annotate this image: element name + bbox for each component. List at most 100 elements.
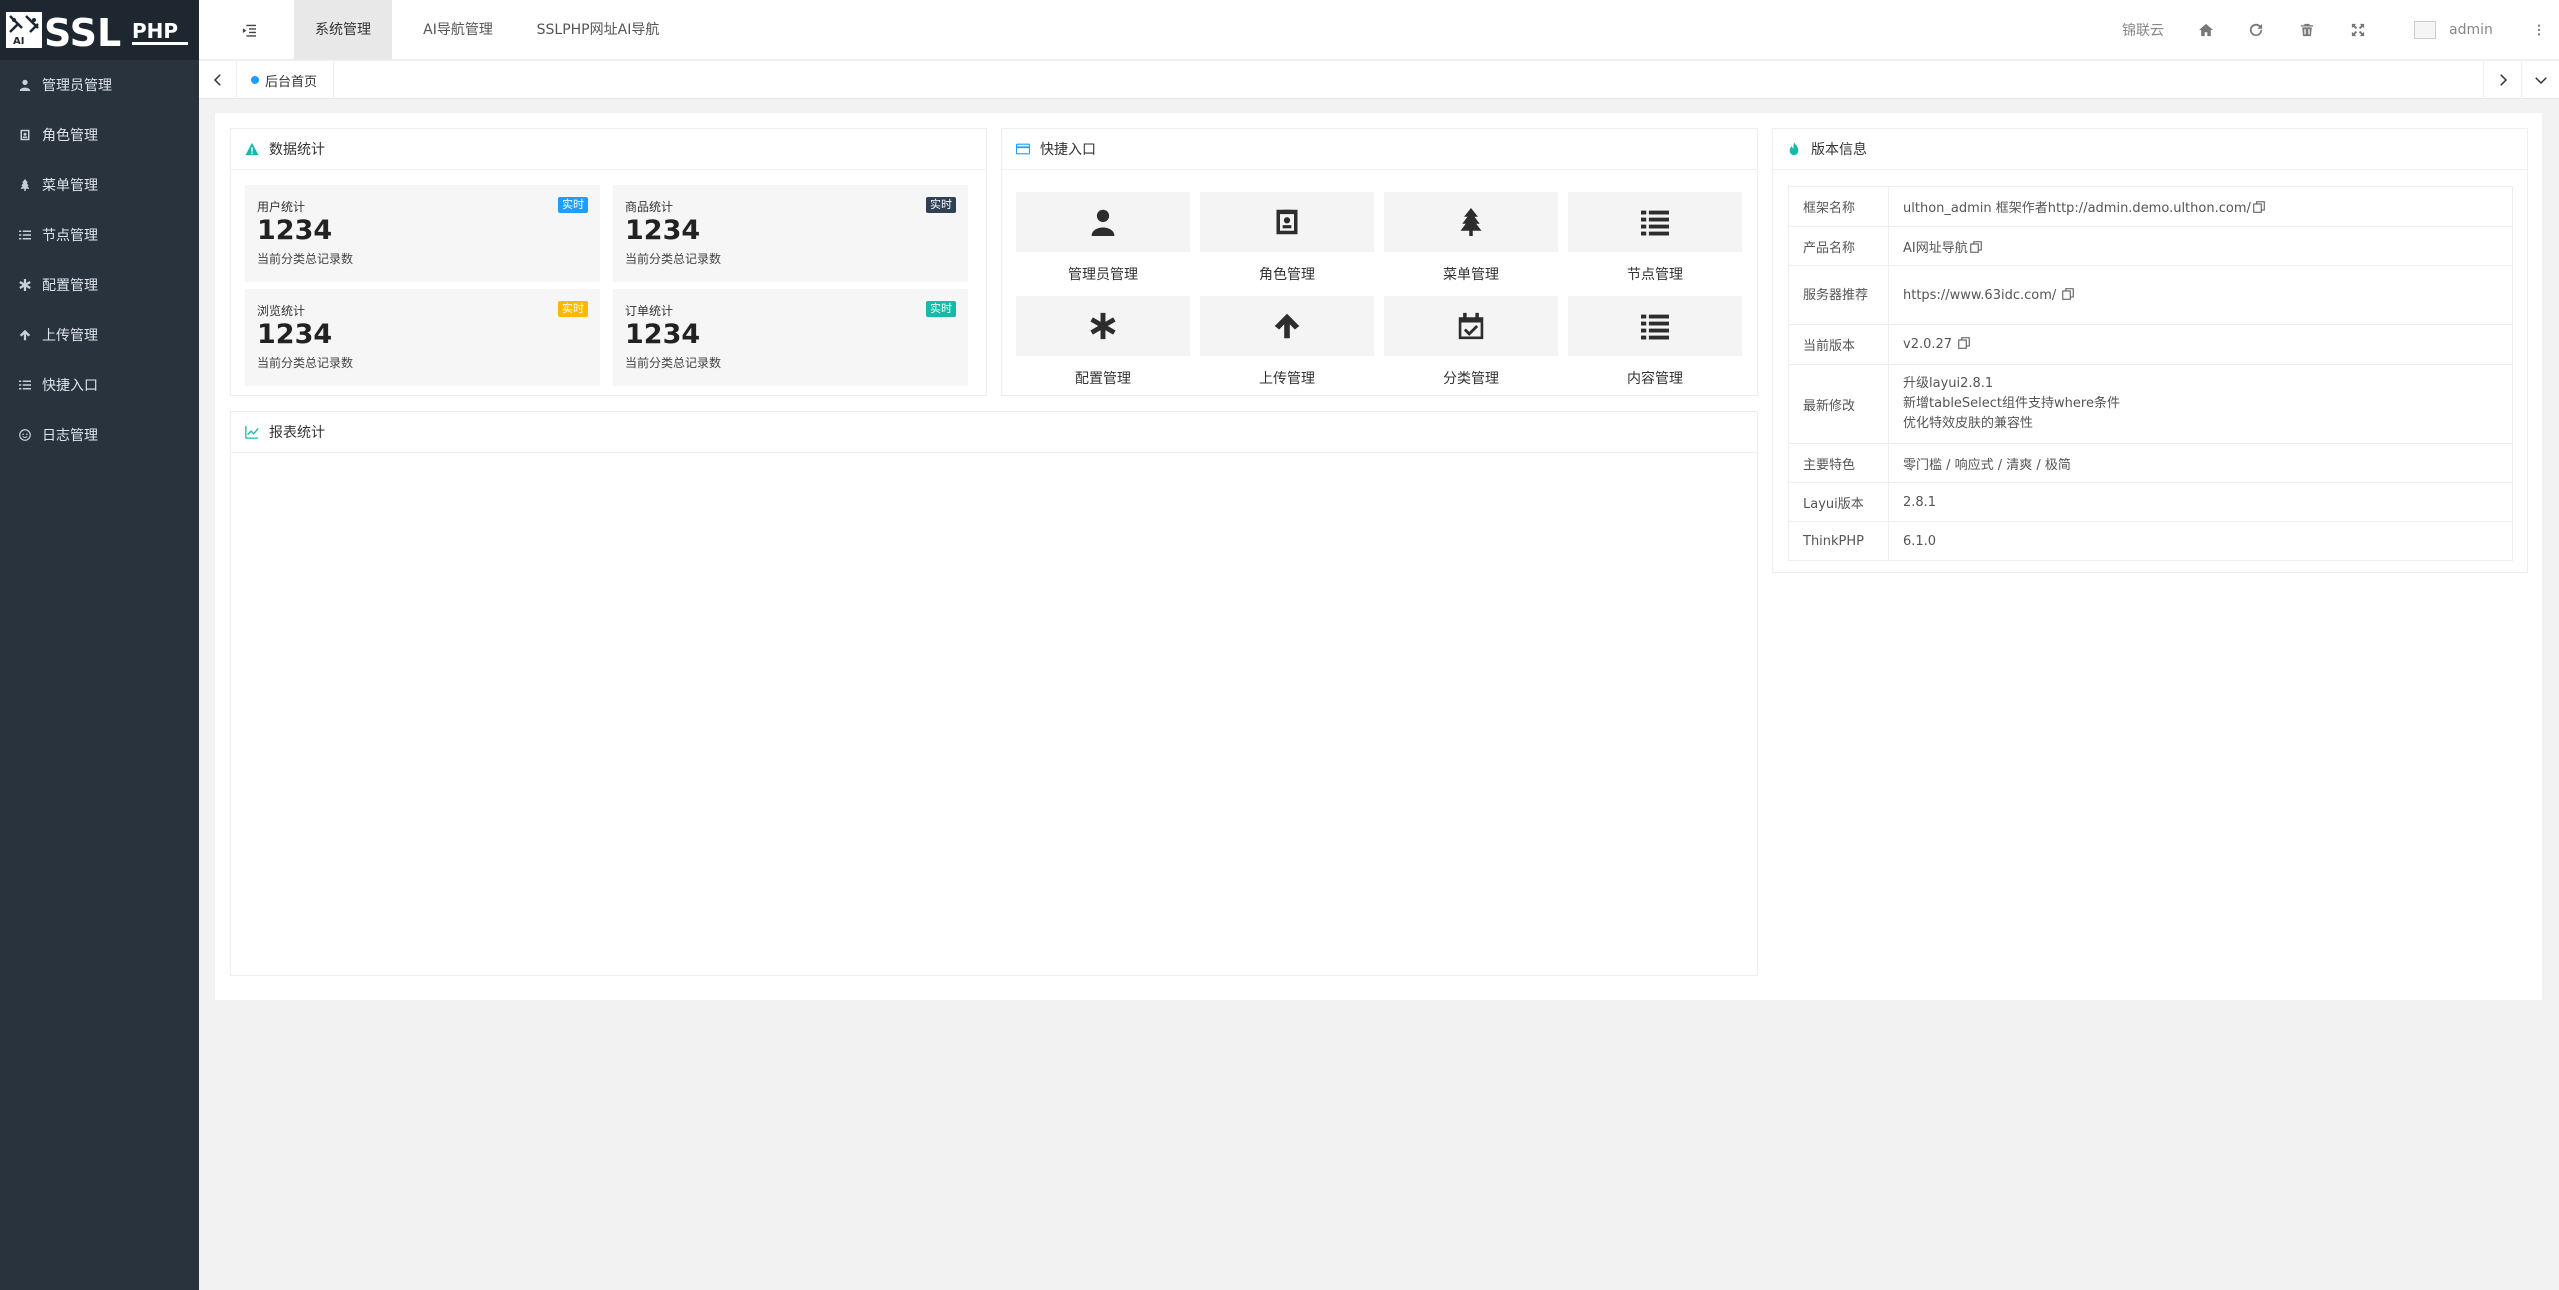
table-row: Layui版本 2.8.1 <box>1788 482 2513 522</box>
copy-icon[interactable] <box>2253 201 2265 213</box>
card-title: 报表统计 <box>269 425 325 441</box>
list-icon <box>1641 314 1669 340</box>
status-badge: 实时 <box>926 197 956 213</box>
status-badge: 实时 <box>926 301 956 317</box>
arrow-up-icon <box>18 328 32 342</box>
report-chart-area <box>231 454 1757 975</box>
calendar-check-icon <box>1458 312 1484 340</box>
logo-image: AI SSL PHP <box>6 11 188 55</box>
copy-icon[interactable] <box>2062 287 2075 300</box>
card-header: 快捷入口 <box>1002 129 1757 170</box>
sidebar-item-menu[interactable]: 菜单管理 <box>0 160 199 210</box>
tabs-menu-button[interactable] <box>2521 61 2559 99</box>
sidebar-item-admin[interactable]: 管理员管理 <box>0 60 199 110</box>
quick-entry-node[interactable]: 节点管理 <box>1568 192 1742 284</box>
chevron-right-icon <box>2499 74 2507 86</box>
sidebar-item-label: 节点管理 <box>42 228 98 244</box>
logo[interactable]: AI SSL PHP <box>0 0 199 60</box>
sidebar-item-label: 管理员管理 <box>42 78 112 94</box>
sidebar-item-role[interactable]: 角色管理 <box>0 110 199 160</box>
user-icon <box>18 78 32 92</box>
refresh-button[interactable] <box>2246 20 2266 40</box>
user-menu[interactable]: admin <box>2414 0 2493 60</box>
svg-text:AI: AI <box>13 36 24 47</box>
tree-icon <box>1460 208 1482 236</box>
more-vertical-icon <box>2537 24 2541 36</box>
sidebar-item-label: 配置管理 <box>42 278 98 294</box>
quick-entry-config[interactable]: 配置管理 <box>1016 296 1190 388</box>
tabs-prev-button[interactable] <box>199 61 237 99</box>
report-card: 报表统计 <box>230 411 1758 976</box>
arrow-up-icon <box>1274 313 1300 339</box>
chevron-left-icon <box>213 74 221 86</box>
tab-ai-nav[interactable]: AI导航管理 <box>410 0 506 60</box>
fullscreen-button[interactable] <box>2348 20 2368 40</box>
tabs-next-button[interactable] <box>2483 61 2521 99</box>
line-chart-icon <box>245 425 259 439</box>
table-row: 框架名称 ulthon_admin 框架作者http://admin.demo.… <box>1788 186 2513 227</box>
asterisk-icon <box>18 278 32 292</box>
sidebar-item-log[interactable]: 日志管理 <box>0 410 199 460</box>
user-icon <box>1091 209 1115 236</box>
warning-icon <box>245 142 259 156</box>
tab-home[interactable]: 后台首页 <box>237 61 335 99</box>
card-header: 版本信息 <box>1773 129 2527 170</box>
header: 系统管理 AI导航管理 SSLPHP网址AI导航 锦联云 admin <box>199 0 2559 60</box>
quick-entry-admin[interactable]: 管理员管理 <box>1016 192 1190 284</box>
sidebar-toggle-button[interactable] <box>239 20 259 40</box>
table-row: 产品名称 AI网址导航 <box>1788 226 2513 266</box>
log-icon <box>18 428 32 442</box>
sidebar-item-config[interactable]: 配置管理 <box>0 260 199 310</box>
avatar <box>2414 21 2436 39</box>
card-title: 快捷入口 <box>1040 142 1096 158</box>
header-link[interactable]: 锦联云 <box>2122 0 2164 60</box>
refresh-icon <box>2249 23 2263 37</box>
stat-user: 用户统计 实时 1234 当前分类总记录数 <box>245 185 600 282</box>
status-badge: 实时 <box>558 197 588 213</box>
version-card: 版本信息 框架名称 ulthon_admin 框架作者http://admin.… <box>1772 128 2528 573</box>
quick-entry-role[interactable]: 角色管理 <box>1200 192 1374 284</box>
fire-icon <box>1789 142 1799 156</box>
sidebar: AI SSL PHP 管理员管理 角色管理 菜单管理 节点管理 配置管理 上传管… <box>0 0 199 1290</box>
sidebar-item-label: 上传管理 <box>42 328 98 344</box>
quick-entry-upload[interactable]: 上传管理 <box>1200 296 1374 388</box>
user-name: admin <box>2449 22 2493 38</box>
tree-icon <box>18 178 32 192</box>
card-title: 版本信息 <box>1811 142 1867 158</box>
sidebar-item-quick[interactable]: 快捷入口 <box>0 360 199 410</box>
sidebar-item-label: 快捷入口 <box>42 378 98 394</box>
table-row: 最新修改 升级layui2.8.1 新增tableSelect组件支持where… <box>1788 364 2513 444</box>
svg-text:SSL: SSL <box>44 11 121 55</box>
quick-entry-category[interactable]: 分类管理 <box>1384 296 1558 388</box>
trash-icon <box>2300 23 2314 37</box>
quick-entry-content[interactable]: 内容管理 <box>1568 296 1742 388</box>
stat-goods: 商品统计 实时 1234 当前分类总记录数 <box>613 185 968 282</box>
table-row: ThinkPHP 6.1.0 <box>1788 521 2513 561</box>
table-row: 服务器推荐 https://www.63idc.com/ <box>1788 265 2513 325</box>
clear-cache-button[interactable] <box>2297 20 2317 40</box>
sidebar-item-node[interactable]: 节点管理 <box>0 210 199 260</box>
list-icon <box>1641 210 1669 236</box>
tab-system[interactable]: 系统管理 <box>294 0 392 60</box>
quick-entry-menu[interactable]: 菜单管理 <box>1384 192 1558 284</box>
sidebar-item-label: 菜单管理 <box>42 178 98 194</box>
copy-icon[interactable] <box>1969 240 1982 253</box>
stat-views: 浏览统计 实时 1234 当前分类总记录数 <box>245 289 600 386</box>
credit-card-icon <box>1016 143 1030 155</box>
sidebar-item-label: 日志管理 <box>42 428 98 444</box>
table-row: 当前版本 v2.0.27 <box>1788 324 2513 365</box>
more-button[interactable] <box>2529 20 2549 40</box>
sidebar-item-label: 角色管理 <box>42 128 98 144</box>
sidebar-item-upload[interactable]: 上传管理 <box>0 310 199 360</box>
list-icon <box>18 378 32 392</box>
tab-sslphp-nav[interactable]: SSLPHP网址AI导航 <box>524 0 672 60</box>
chevron-down-icon <box>2534 77 2547 85</box>
page-tabs-bar: 后台首页 <box>199 61 2559 99</box>
home-icon <box>2199 23 2213 37</box>
copy-icon[interactable] <box>1958 337 1970 349</box>
quick-entry-card: 快捷入口 管理员管理 角色管理 菜单管理 节点管理 配置管理 上传管理 分类管理… <box>1001 128 1758 396</box>
home-button[interactable] <box>2196 20 2216 40</box>
indent-icon <box>242 24 256 37</box>
main-content: 数据统计 用户统计 实时 1234 当前分类总记录数 商品统计 实时 1234 … <box>215 113 2542 1000</box>
list-icon <box>18 228 32 242</box>
